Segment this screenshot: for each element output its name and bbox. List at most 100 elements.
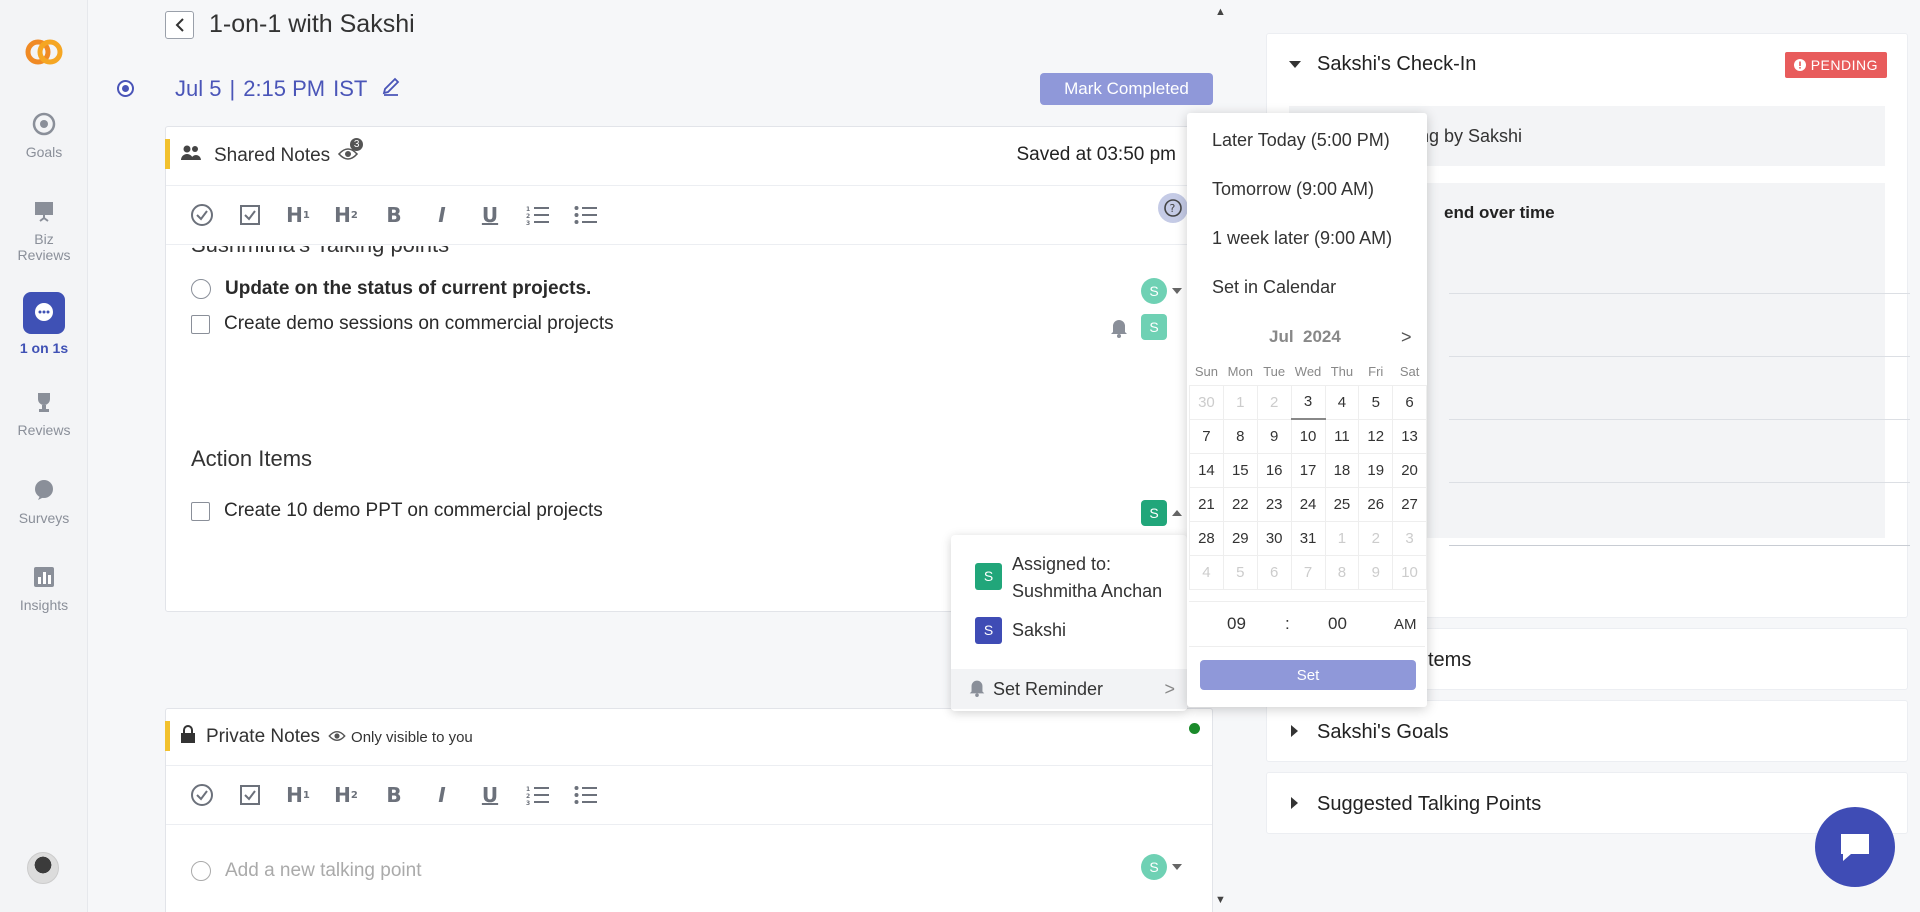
calendar-day[interactable]: 23 <box>1256 486 1292 522</box>
bullet-list-icon[interactable] <box>572 201 600 229</box>
heading1-icon[interactable]: H1 <box>284 201 312 229</box>
help-icon[interactable]: ? <box>1158 193 1188 223</box>
viewers-eye-icon[interactable]: 3 <box>338 138 364 167</box>
nav-reviews[interactable]: Reviews <box>0 388 88 438</box>
new-talking-point-placeholder[interactable]: Add a new talking point <box>225 860 421 882</box>
calendar-day[interactable]: 14 <box>1189 452 1224 488</box>
user-avatar[interactable] <box>27 852 59 884</box>
ampm-toggle[interactable]: AM <box>1394 616 1417 633</box>
talking-point-radio[interactable] <box>191 279 211 299</box>
talking-point-icon[interactable] <box>188 201 216 229</box>
calendar-day[interactable]: 18 <box>1324 452 1360 488</box>
calendar-day[interactable]: 17 <box>1290 452 1326 488</box>
calendar-day[interactable]: 21 <box>1189 486 1224 522</box>
calendar-day[interactable]: 4 <box>1189 554 1224 590</box>
calendar-day[interactable]: 24 <box>1290 486 1326 522</box>
action-item-text[interactable]: Create 10 demo PPT on commercial project… <box>224 500 603 522</box>
next-month-button[interactable]: > <box>1401 327 1412 348</box>
goals-card[interactable]: Sakshi's Goals <box>1266 700 1908 762</box>
italic-icon[interactable]: I <box>428 201 456 229</box>
calendar-day[interactable]: 20 <box>1392 452 1427 488</box>
caret-up-icon[interactable] <box>1172 510 1182 516</box>
calendar-day[interactable]: 9 <box>1256 418 1292 454</box>
calendar-day[interactable]: 25 <box>1324 486 1360 522</box>
underline-icon[interactable]: U <box>476 781 504 809</box>
calendar-day[interactable]: 7 <box>1290 554 1326 590</box>
support-chat-button[interactable] <box>1815 807 1895 887</box>
calendar-day[interactable]: 8 <box>1222 418 1258 454</box>
calendar-day[interactable]: 1 <box>1324 520 1360 556</box>
nav-insights[interactable]: Insights <box>0 563 88 613</box>
calendar-day[interactable]: 3 <box>1392 520 1427 556</box>
talking-point-checkbox[interactable] <box>191 314 210 334</box>
calendar-day-today[interactable]: 3 <box>1290 384 1326 420</box>
assigned-to-option[interactable]: S Assigned to: Sushmitha Anchan <box>975 551 1162 605</box>
set-reminder-button[interactable]: Set <box>1200 660 1416 690</box>
calendar-day[interactable]: 13 <box>1392 418 1427 454</box>
bullet-list-icon[interactable] <box>572 781 600 809</box>
calendar-day[interactable]: 5 <box>1222 554 1258 590</box>
talking-point-icon[interactable] <box>188 781 216 809</box>
calendar-day[interactable]: 16 <box>1256 452 1292 488</box>
numbered-list-icon[interactable]: 123 <box>524 201 552 229</box>
bold-icon[interactable]: B <box>380 781 408 809</box>
calendar-day[interactable]: 6 <box>1256 554 1292 590</box>
reminder-bell-icon[interactable] <box>1108 316 1130 343</box>
quick-set-in-calendar[interactable]: Set in Calendar <box>1212 277 1336 298</box>
assignee-avatar[interactable]: S <box>1141 854 1167 880</box>
calendar-day[interactable]: 27 <box>1392 486 1427 522</box>
calendar-day[interactable]: 19 <box>1358 452 1394 488</box>
expand-triangle-icon[interactable] <box>1291 797 1298 809</box>
quick-one-week-later[interactable]: 1 week later (9:00 AM) <box>1212 228 1392 249</box>
goals-header[interactable]: Sakshi's Goals <box>1267 701 1907 763</box>
caret-down-icon[interactable] <box>1172 288 1182 294</box>
suggested-card[interactable]: Suggested Talking Points <box>1266 772 1908 834</box>
calendar-day[interactable]: 10 <box>1290 418 1326 454</box>
calendar-day[interactable]: 10 <box>1392 554 1427 590</box>
nav-surveys[interactable]: Surveys <box>0 476 88 526</box>
collapse-triangle-icon[interactable] <box>1289 61 1301 68</box>
assignee-avatar[interactable]: S <box>1141 278 1167 304</box>
talking-point-text[interactable]: Update on the status of current projects… <box>225 278 591 300</box>
calendar-day[interactable]: 26 <box>1358 486 1394 522</box>
calendar-day[interactable]: 6 <box>1392 384 1427 420</box>
caret-down-icon[interactable] <box>1172 864 1182 870</box>
mark-completed-button[interactable]: Mark Completed <box>1040 73 1213 105</box>
underline-icon[interactable]: U <box>476 201 504 229</box>
back-button[interactable] <box>165 11 194 39</box>
minute-input[interactable]: 00 <box>1328 614 1347 634</box>
edit-pencil-icon[interactable] <box>381 76 401 102</box>
calendar-day[interactable]: 9 <box>1358 554 1394 590</box>
nav-one-on-ones[interactable]: 1 on 1s <box>0 292 88 356</box>
calendar-day[interactable]: 22 <box>1222 486 1258 522</box>
app-logo[interactable] <box>22 30 66 74</box>
italic-icon[interactable]: I <box>428 781 456 809</box>
action-item-checkbox[interactable] <box>191 501 210 521</box>
calendar-day[interactable]: 29 <box>1222 520 1258 556</box>
checkin-header[interactable]: Sakshi's Check-In PENDING <box>1267 34 1907 94</box>
quick-tomorrow[interactable]: Tomorrow (9:00 AM) <box>1212 179 1374 200</box>
suggested-header[interactable]: Suggested Talking Points <box>1267 773 1907 835</box>
calendar-day[interactable]: 12 <box>1358 418 1394 454</box>
calendar-day[interactable]: 30 <box>1256 520 1292 556</box>
calendar-day[interactable]: 4 <box>1324 384 1360 420</box>
calendar-month[interactable]: Jul <box>1269 327 1294 346</box>
calendar-day[interactable]: 2 <box>1358 520 1394 556</box>
heading1-icon[interactable]: H1 <box>284 781 312 809</box>
checkbox-icon[interactable] <box>236 781 264 809</box>
nav-goals[interactable]: Goals <box>0 110 88 160</box>
calendar-day[interactable]: 5 <box>1358 384 1394 420</box>
quick-later-today[interactable]: Later Today (5:00 PM) <box>1212 130 1390 151</box>
calendar-day[interactable]: 8 <box>1324 554 1360 590</box>
new-talking-point-row[interactable]: Add a new talking point <box>191 860 421 882</box>
calendar-day[interactable]: 7 <box>1189 418 1224 454</box>
hour-input[interactable]: 09 <box>1227 614 1246 634</box>
checkbox-icon[interactable] <box>236 201 264 229</box>
numbered-list-icon[interactable]: 123 <box>524 781 552 809</box>
expand-triangle-icon[interactable] <box>1291 725 1298 737</box>
talking-point-text[interactable]: Create demo sessions on commercial proje… <box>224 313 614 335</box>
set-reminder-option[interactable]: Set Reminder > <box>951 669 1187 709</box>
scroll-up-arrow[interactable]: ▲ <box>1215 6 1226 18</box>
scroll-down-arrow[interactable]: ▼ <box>1215 894 1226 906</box>
talking-point-row[interactable]: Update on the status of current projects… <box>191 278 591 300</box>
